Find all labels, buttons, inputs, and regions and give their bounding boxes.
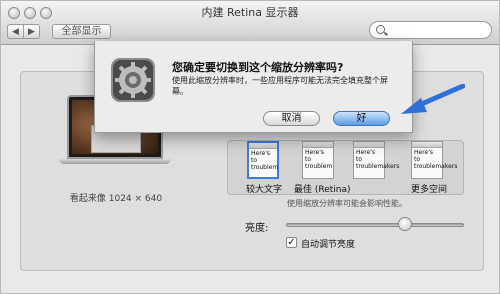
back-button[interactable]: ◀ — [7, 24, 24, 39]
dialog-title: 您确定要切换到这个缩放分辨率吗? — [172, 61, 344, 74]
annotation-arrow-icon — [401, 84, 465, 114]
looks-like-label: 看起来像 1024 × 640 — [69, 194, 163, 204]
option-best-retina[interactable]: Here's to troublem — [302, 141, 334, 179]
auto-brightness-label: 自动调节亮度 — [301, 240, 356, 250]
titlebar: 内建 Retina 显示器 ◀ ▶ 全部显示 — [1, 1, 499, 45]
forward-button[interactable]: ▶ — [23, 24, 40, 39]
brightness-label: 亮度: — [245, 223, 269, 234]
option-sample-text: Here's to troublemakers — [356, 149, 400, 170]
option-sample-text: Here's to troublem — [251, 150, 279, 171]
performance-note: 使用缩放分辨率可能会影响性能。 — [287, 199, 407, 208]
option-sample-text: Here's to troublem — [305, 149, 333, 170]
option-label-best-retina: 最佳 (Retina) — [294, 185, 351, 195]
brightness-slider-knob[interactable] — [397, 217, 412, 231]
search-input[interactable] — [369, 21, 492, 39]
option-more-space-medium[interactable]: Here's to troublemakers — [353, 141, 400, 179]
window-title: 内建 Retina 显示器 — [201, 6, 299, 19]
option-more-space[interactable]: Here's to troublemakers — [411, 141, 458, 179]
dialog-message: 使用此缩放分辨率时，一些应用程序可能无法完全填充整个屏幕。 — [172, 76, 388, 96]
option-sample-text: Here's to troublemakers — [414, 149, 458, 170]
option-label-more-space: 更多空间 — [411, 185, 448, 195]
auto-brightness-checkbox[interactable]: ✓ — [286, 237, 297, 248]
search-icon — [376, 25, 385, 34]
show-all-button[interactable]: 全部显示 — [52, 24, 111, 39]
laptop-base — [59, 159, 171, 164]
option-label-larger-text: 较大文字 — [246, 185, 283, 195]
cancel-button[interactable]: 取消 — [263, 111, 320, 126]
option-larger-text[interactable]: Here's to troublem — [247, 141, 279, 179]
system-preferences-icon — [111, 58, 155, 102]
brightness-slider-track[interactable] — [286, 223, 464, 227]
ok-button[interactable]: 好 — [333, 111, 390, 126]
